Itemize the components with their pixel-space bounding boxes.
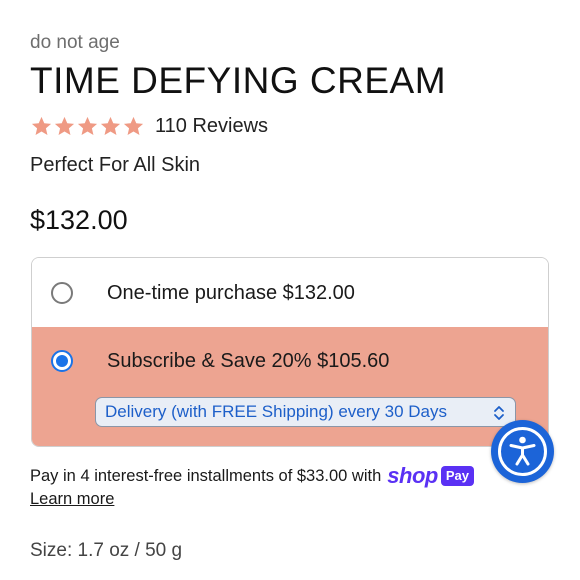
shop-pay-logo: shop Pay xyxy=(387,463,474,489)
star-icon xyxy=(31,116,52,136)
installments-info: Pay in 4 interest-free installments of $… xyxy=(30,463,474,489)
learn-more-link[interactable]: Learn more xyxy=(30,490,114,509)
star-icon xyxy=(77,116,98,136)
star-icon xyxy=(123,116,144,136)
rating[interactable]: 110 Reviews xyxy=(30,115,268,138)
one-time-label: One-time purchase $132.00 xyxy=(107,282,355,304)
one-time-radio[interactable] xyxy=(51,282,73,304)
purchase-options: One-time purchase $132.00 Subscribe & Sa… xyxy=(31,257,549,447)
star-icon xyxy=(54,116,75,136)
product-title: TIME DEFYING CREAM xyxy=(30,60,447,101)
delivery-frequency-select[interactable]: Delivery (with FREE Shipping) every 30 D… xyxy=(95,397,516,427)
reviews-count-link[interactable]: 110 Reviews xyxy=(155,115,268,138)
delivery-frequency-value: Delivery (with FREE Shipping) every 30 D… xyxy=(105,402,448,421)
star-icon xyxy=(100,116,121,136)
chevron-up-down-icon xyxy=(494,406,504,420)
product-price: $132.00 xyxy=(30,205,128,235)
subscribe-option[interactable]: Subscribe & Save 20% $105.60 Delivery (w… xyxy=(32,327,548,446)
installments-text: Pay in 4 interest-free installments of $… xyxy=(30,466,382,485)
product-size: Size: 1.7 oz / 50 g xyxy=(30,540,183,561)
shop-logo-word: shop xyxy=(387,463,438,488)
star-rating xyxy=(30,115,145,138)
accessibility-icon xyxy=(498,427,547,476)
shop-pay-badge: Pay xyxy=(440,466,474,486)
product-subtitle: Perfect For All Skin xyxy=(30,154,201,176)
one-time-purchase-option[interactable]: One-time purchase $132.00 xyxy=(32,258,548,327)
brand-name: do not age xyxy=(30,32,120,53)
subscribe-label: Subscribe & Save 20% $105.60 xyxy=(107,350,390,372)
accessibility-button[interactable] xyxy=(491,420,554,483)
subscribe-radio[interactable] xyxy=(51,350,73,372)
